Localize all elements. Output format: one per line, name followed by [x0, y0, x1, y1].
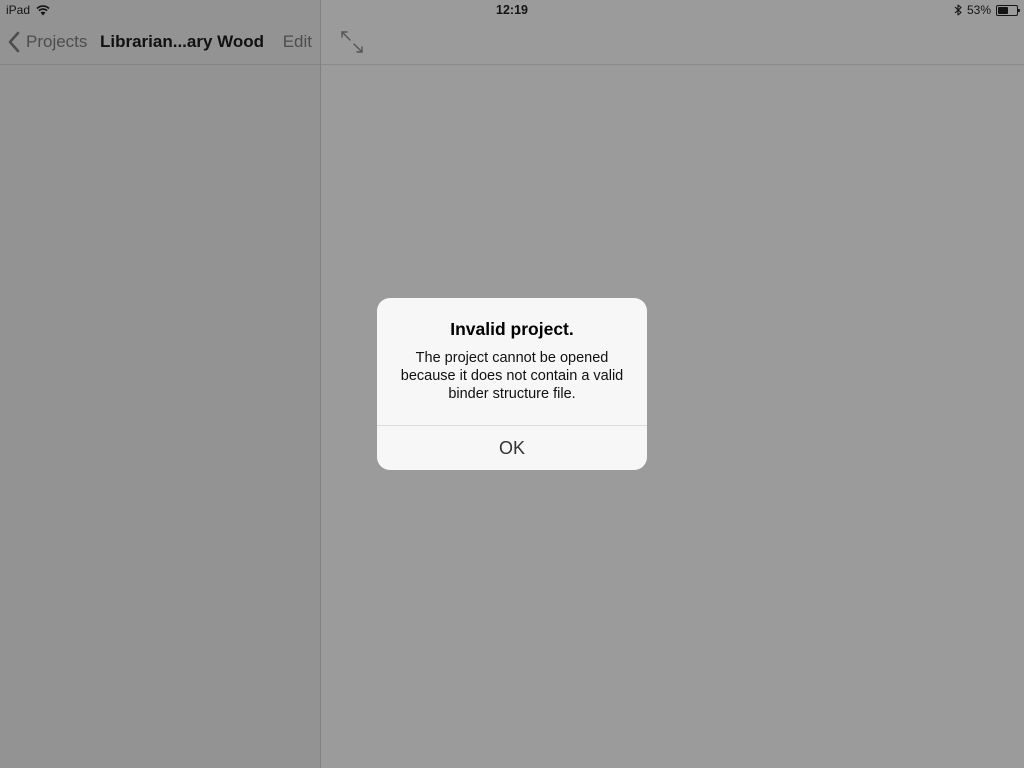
- battery-percent: 53%: [966, 3, 991, 17]
- battery-cap: [1018, 8, 1020, 12]
- battery-level: [998, 6, 1008, 14]
- back-to-projects-button[interactable]: Projects: [8, 31, 87, 53]
- bluetooth-icon: [954, 4, 962, 16]
- expand-button[interactable]: [339, 29, 365, 55]
- status-right: 53%: [954, 3, 1020, 17]
- alert-title: Invalid project.: [450, 319, 574, 339]
- editor-navigation-bar: [321, 20, 1024, 65]
- chevron-left-icon: [8, 31, 20, 53]
- back-button-label: Projects: [26, 32, 88, 51]
- status-bar: iPad 12:19 53%: [0, 0, 1024, 20]
- status-time: 12:19: [496, 3, 528, 17]
- alert-dialog: Invalid project. The project cannot be o…: [377, 298, 647, 470]
- battery-icon: [996, 4, 1020, 16]
- sidebar-navigation-bar: Projects Librarian...ary Wood Edit: [0, 20, 320, 65]
- alert-ok-button[interactable]: OK: [377, 426, 647, 470]
- expand-arrows-icon: [341, 31, 363, 53]
- alert-message: The project cannot be opened because it …: [400, 350, 624, 402]
- edit-button[interactable]: Edit: [283, 32, 312, 52]
- sidebar: Projects Librarian...ary Wood Edit: [0, 0, 320, 768]
- project-title: Librarian...ary Wood: [100, 32, 265, 51]
- screen: Projects Librarian...ary Wood Edit iPad …: [0, 0, 1024, 768]
